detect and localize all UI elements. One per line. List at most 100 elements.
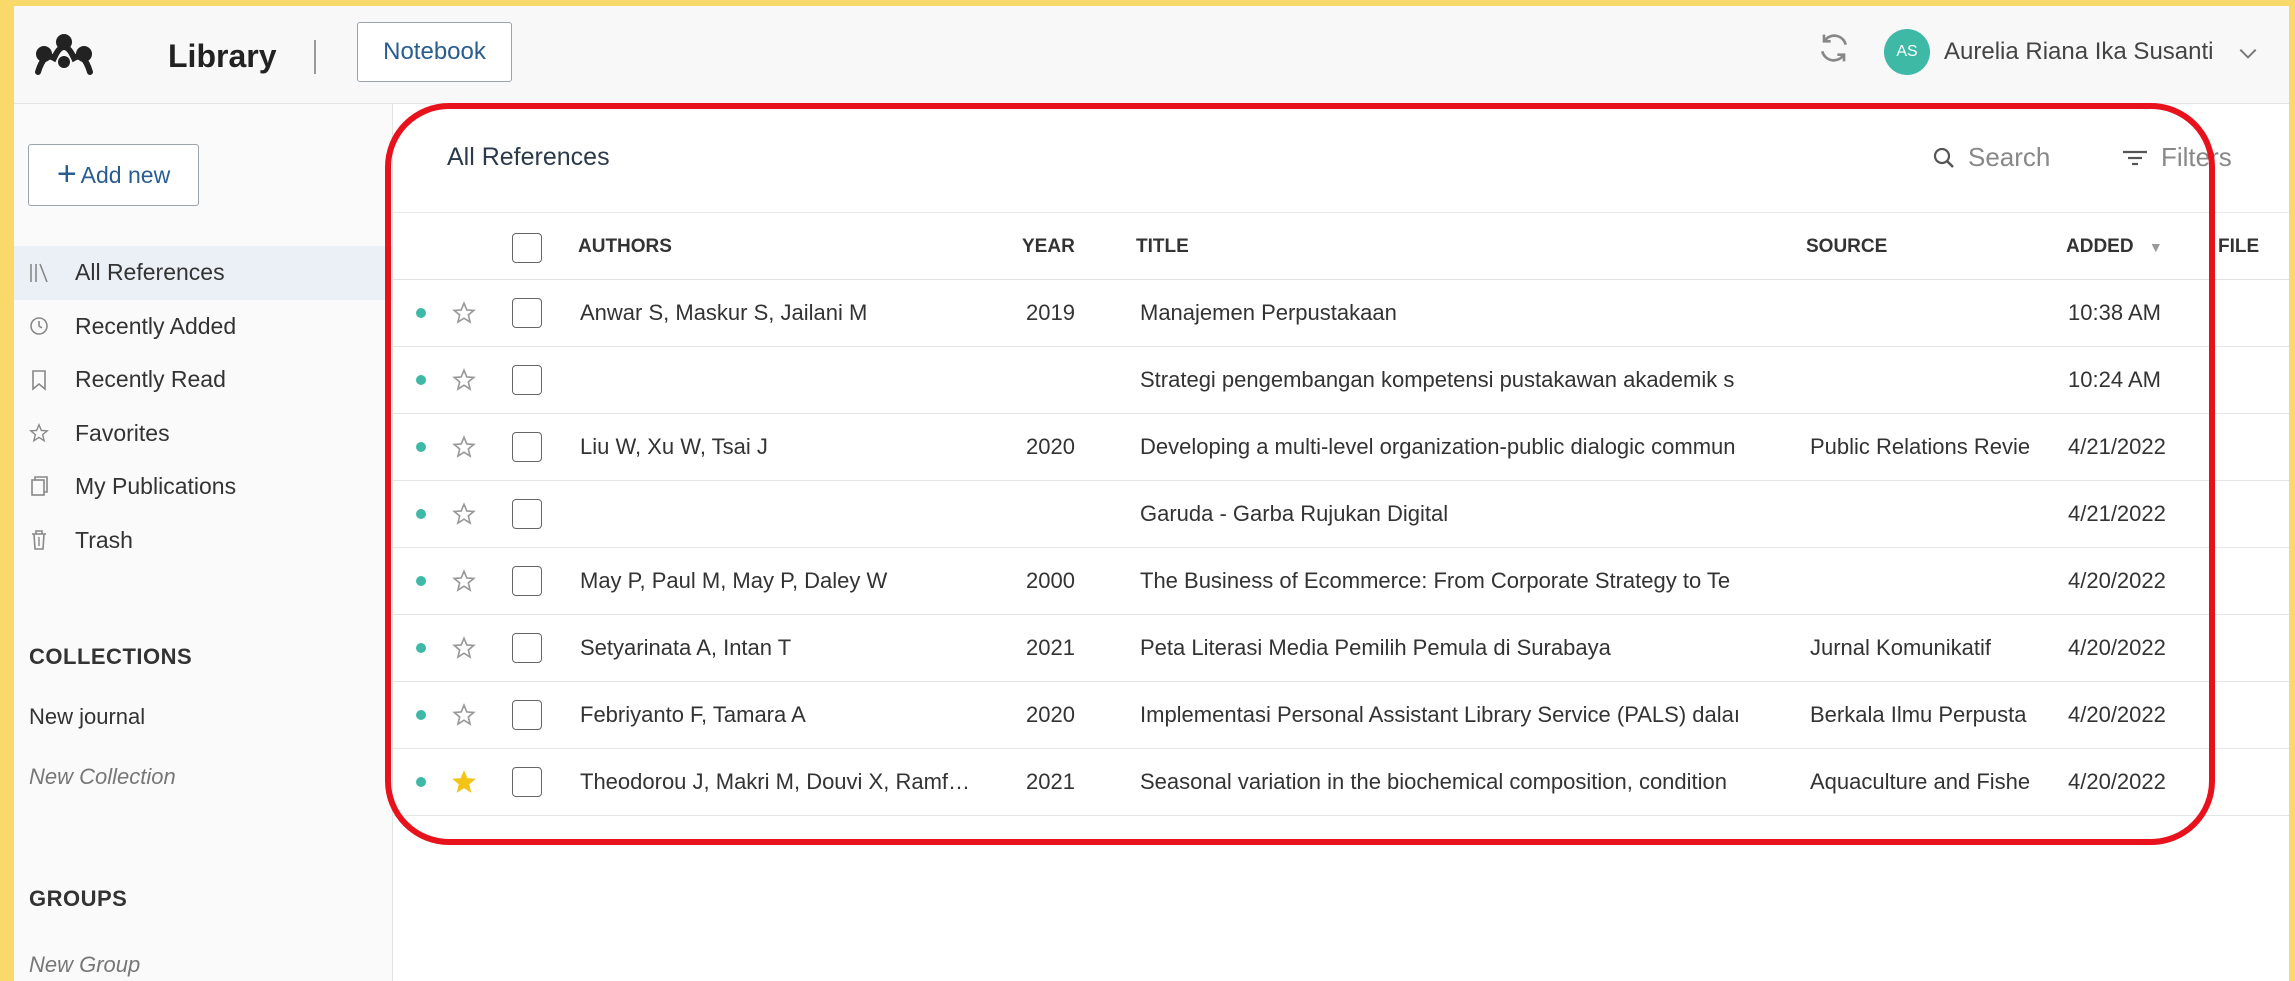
unread-dot-icon: [416, 375, 426, 385]
table-row[interactable]: Setyarinata A, Intan T 2021 Peta Literasi …: [392, 615, 2289, 682]
cell-title: Manajemen Perpustakaan: [1140, 300, 1397, 325]
sidebar-item-favorites[interactable]: Favorites: [14, 407, 392, 461]
cell-year: 2000: [1026, 568, 1075, 593]
column-header-added-label: ADDED: [2066, 236, 2134, 257]
cell-title: Seasonal variation in the biochemical co…: [1140, 769, 1728, 794]
cell-added: 4/20/2022: [2068, 635, 2166, 660]
page-title: All References: [447, 143, 610, 171]
sidebar-item-label: Trash: [75, 526, 133, 553]
table-row[interactable]: May P, Paul M, May P, Daley W 2000 The Bus…: [392, 548, 2289, 615]
avatar[interactable]: AS: [1884, 29, 1930, 75]
add-new-button[interactable]: + Add new: [28, 144, 199, 206]
user-name[interactable]: Aurelia Riana Ika Susanti: [1944, 38, 2213, 66]
column-header-added[interactable]: ADDED ▼: [2066, 236, 2163, 258]
collections-heading: COLLECTIONS: [29, 644, 193, 669]
row-checkbox[interactable]: [512, 700, 542, 730]
cell-title: Strategi pengembangan kompetensi pustaka…: [1140, 367, 1735, 392]
row-checkbox[interactable]: [512, 566, 542, 596]
cell-title: Peta Literasi Media Pemilih Pemula di Su…: [1140, 635, 1611, 660]
clock-icon: [30, 317, 48, 336]
cell-title: Developing a multi-level organization-pu…: [1140, 434, 1736, 459]
row-checkbox[interactable]: [512, 298, 542, 328]
column-header-title[interactable]: TITLE: [1136, 236, 1189, 258]
table-row[interactable]: Strategi pengembangan kompetensi pustaka…: [392, 347, 2289, 414]
sidebar-item-my-publications[interactable]: My Publications: [14, 460, 392, 514]
search-button[interactable]: Search: [1932, 142, 2050, 173]
unread-dot-icon: [416, 777, 426, 787]
unread-dot-icon: [416, 308, 426, 318]
sidebar-item-all-references[interactable]: All References: [14, 246, 392, 300]
sync-icon[interactable]: [1814, 28, 1854, 68]
cell-authors: May P, Paul M, May P, Daley W: [580, 568, 888, 593]
row-checkbox[interactable]: [512, 365, 542, 395]
column-header-authors[interactable]: AUTHORS: [578, 236, 672, 258]
cell-authors: Liu W, Xu W, Tsai J: [580, 434, 768, 459]
cell-year: 2021: [1026, 769, 1075, 794]
cell-added: 4/21/2022: [2068, 434, 2166, 459]
row-checkbox[interactable]: [512, 432, 542, 462]
favorite-star-icon[interactable]: [451, 300, 477, 326]
sort-desc-icon: ▼: [2148, 239, 2163, 255]
cell-source: Public Relations Revie: [1810, 434, 2031, 459]
table-row[interactable]: Theodorou J, Makri M, Douvi X, Ramf… 2021…: [392, 749, 2289, 816]
table-row[interactable]: Liu W, Xu W, Tsai J 2020 Developing a mult…: [392, 414, 2289, 481]
new-group-link[interactable]: New Group: [29, 952, 140, 978]
bookmark-icon: [32, 369, 46, 391]
cell-added: 10:38 AM: [2068, 300, 2161, 325]
cell-title: Implementasi Personal Assistant Library …: [1140, 702, 1740, 727]
unread-dot-icon: [416, 710, 426, 720]
cell-title: Garuda - Garba Rujukan Digital: [1140, 501, 1449, 526]
row-checkbox[interactable]: [512, 767, 542, 797]
table-header: AUTHORS YEAR TITLE SOURCE ADDED ▼ FILE: [392, 212, 2289, 280]
filters-button[interactable]: Filters: [2121, 142, 2232, 173]
sidebar-item-label: Recently Read: [75, 366, 226, 393]
top-bar: Library Notebook AS Aurelia Riana Ika Su…: [14, 6, 2289, 104]
plus-icon: +: [56, 154, 77, 193]
favorite-star-icon[interactable]: [451, 702, 477, 728]
sidebar-item-recently-added[interactable]: Recently Added: [14, 300, 392, 354]
favorite-star-icon[interactable]: [451, 434, 477, 460]
chevron-down-icon[interactable]: [2237, 42, 2259, 64]
row-checkbox[interactable]: [512, 633, 542, 663]
collection-item[interactable]: New journal: [29, 704, 145, 730]
star-icon: [28, 423, 50, 443]
favorite-star-icon[interactable]: [451, 501, 477, 527]
cell-added: 4/21/2022: [2068, 501, 2166, 526]
search-icon: [1933, 147, 1954, 168]
unread-dot-icon: [416, 576, 426, 586]
cell-source: Aquaculture and Fishe: [1810, 769, 2031, 794]
favorite-star-icon[interactable]: [451, 635, 477, 661]
favorite-star-icon[interactable]: [451, 769, 477, 795]
table-body: Anwar S, Maskur S, Jailani M 2019 Manajeme…: [392, 280, 2289, 816]
favorite-star-icon[interactable]: [451, 568, 477, 594]
table-row[interactable]: Anwar S, Maskur S, Jailani M 2019 Manajeme…: [392, 280, 2289, 347]
cell-authors: Theodorou J, Makri M, Douvi X, Ramf…: [580, 769, 971, 794]
library-icon: [30, 263, 48, 283]
sidebar-nav: All References Recently Added Recently R…: [14, 246, 392, 567]
table-row[interactable]: Febriyanto F, Tamara A 2020 Implementasi P…: [392, 682, 2289, 749]
search-label: Search: [1968, 142, 2051, 172]
notebook-button[interactable]: Notebook: [357, 22, 512, 82]
unread-dot-icon: [416, 643, 426, 653]
select-all-checkbox[interactable]: [512, 233, 542, 263]
cell-year: 2020: [1026, 434, 1075, 459]
title-divider: [314, 40, 316, 74]
cell-added: 4/20/2022: [2068, 702, 2166, 727]
column-header-file[interactable]: FILE: [2218, 236, 2262, 258]
table-row[interactable]: Garuda - Garba Rujukan Digital 4/21/2022: [392, 481, 2289, 548]
favorite-star-icon[interactable]: [451, 367, 477, 393]
sidebar-item-label: My Publications: [75, 473, 237, 500]
column-header-year[interactable]: YEAR: [1022, 236, 1075, 258]
sidebar-item-trash[interactable]: Trash: [14, 514, 392, 568]
cell-source: Berkala Ilmu Perpusta: [1810, 702, 2027, 727]
sidebar-item-label: All References: [75, 259, 225, 286]
column-header-source[interactable]: SOURCE: [1806, 236, 1887, 258]
column-header-file-label: FILE: [2218, 236, 2260, 257]
row-checkbox[interactable]: [512, 499, 542, 529]
sidebar-item-recently-read[interactable]: Recently Read: [14, 353, 392, 407]
mendeley-logo-icon[interactable]: [34, 32, 94, 76]
new-collection-link[interactable]: New Collection: [29, 764, 176, 790]
filters-label: Filters: [2161, 142, 2232, 172]
trash-icon: [32, 530, 46, 551]
cell-year: 2020: [1026, 702, 1075, 727]
